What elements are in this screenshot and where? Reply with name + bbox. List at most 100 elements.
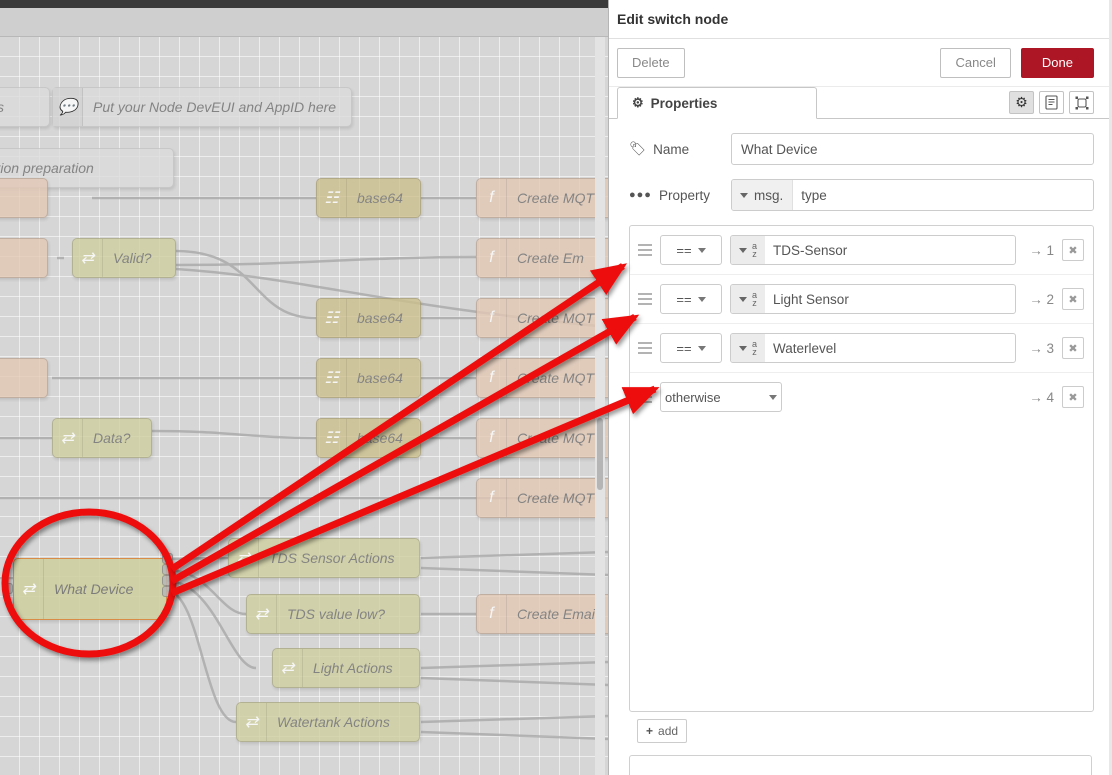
flow-node[interactable]: ☷ base64	[316, 358, 421, 398]
rule-value-input[interactable]	[765, 285, 1015, 313]
rule-delete-button[interactable]: ✖	[1062, 337, 1084, 359]
node-output-port[interactable]	[162, 553, 173, 564]
chevron-down-icon	[739, 296, 747, 302]
drag-handle-icon[interactable]	[638, 342, 652, 354]
plus-icon: +	[646, 724, 654, 738]
rule-value-type-select[interactable]: az	[731, 334, 766, 362]
flow-node[interactable]: ⇄ TDS Sensor Actions	[228, 538, 420, 578]
rule-operator-label: otherwise	[665, 389, 721, 405]
flow-node[interactable]: ⇄ Light Actions	[272, 648, 420, 688]
flow-node[interactable]: ⇄ Watertank Actions	[236, 702, 420, 742]
drag-handle-icon[interactable]	[638, 244, 652, 256]
chevron-down-icon	[697, 296, 706, 302]
rule-value-type-select[interactable]: az	[731, 236, 766, 264]
add-rule-button[interactable]: + add	[637, 719, 688, 743]
rule-value-input[interactable]	[765, 334, 1015, 362]
flow-node[interactable]: ☷ base64	[316, 298, 421, 338]
rule-value-type-select[interactable]: az	[731, 285, 766, 313]
table-row[interactable]: otherwise → 4 ✖	[630, 373, 1093, 421]
property-value-input[interactable]	[793, 180, 1093, 210]
panel-toolbar: Delete Cancel Done	[609, 39, 1112, 87]
b64-icon: ☷	[317, 359, 347, 397]
property-typed-input[interactable]: msg.	[731, 179, 1094, 211]
rule-value-typed-input[interactable]: az	[730, 284, 1016, 314]
drag-handle-icon[interactable]	[638, 391, 652, 403]
flow-node[interactable]: f Create Em	[476, 238, 608, 278]
flow-node[interactable]: f Create MQTT	[476, 358, 608, 398]
property-form-row: ●●● Property msg.	[629, 179, 1094, 211]
flow-node[interactable]: ☷ base64	[316, 178, 421, 218]
tab-properties[interactable]: ⚙ Properties	[617, 87, 817, 119]
chevron-down-icon	[740, 192, 748, 198]
flow-node[interactable]: f Create MQTT	[476, 418, 608, 458]
name-input[interactable]	[731, 133, 1094, 165]
rule-delete-button[interactable]: ✖	[1062, 386, 1084, 408]
delete-button[interactable]: Delete	[617, 47, 685, 78]
rule-output-label: → 2	[1029, 291, 1054, 307]
flow-node[interactable]: f Create MQTT	[476, 298, 608, 338]
rule-value-typed-input[interactable]: az	[730, 235, 1016, 265]
flow-editor-area: s 💬 Put your Node DevEUI and AppID here …	[0, 0, 608, 775]
done-button[interactable]: Done	[1020, 47, 1094, 78]
node-label: Create Email	[517, 606, 598, 622]
flow-node[interactable]: load	[0, 178, 48, 218]
canvas-scrollbar-track[interactable]	[595, 37, 605, 775]
panel-title: Edit switch node	[609, 0, 1112, 39]
flow-node[interactable]: load	[0, 238, 48, 278]
flow-node[interactable]: f Create MQTT	[476, 178, 608, 218]
rule-operator-select[interactable]: ==	[660, 333, 722, 363]
f-icon: f	[477, 299, 507, 337]
node-output-port[interactable]	[162, 575, 173, 586]
rule-delete-button[interactable]: ✖	[1062, 288, 1084, 310]
node-label: TDS Sensor Actions	[269, 550, 395, 566]
node-label: Create Em	[517, 250, 584, 266]
gear-icon-button[interactable]: ⚙	[1009, 91, 1034, 114]
flow-node[interactable]: f Create MQTT	[476, 478, 608, 518]
f-icon: f	[477, 239, 507, 277]
node-output-port[interactable]	[162, 564, 173, 575]
rule-operator-select[interactable]: ==	[660, 284, 722, 314]
flow-node[interactable]: ☷ base64	[316, 418, 421, 458]
b64-icon: ☷	[317, 419, 347, 457]
f-icon: f	[477, 479, 507, 517]
flow-node[interactable]: f Create Email	[476, 594, 608, 634]
editor-toolbar[interactable]	[0, 8, 608, 37]
description-icon-button[interactable]	[1039, 91, 1064, 114]
property-scope-select[interactable]: msg.	[732, 180, 794, 210]
rule-operator-select[interactable]: otherwise	[660, 382, 782, 412]
canvas-scrollbar-thumb[interactable]	[597, 418, 603, 490]
rule-output-label: → 3	[1029, 340, 1054, 356]
flow-node-what-device[interactable]: ⇄ What Device	[13, 558, 167, 620]
node-output-port[interactable]	[162, 586, 173, 597]
node-label: base64	[357, 430, 403, 446]
panel-body: 🏷 Name ●●● Property msg.	[609, 119, 1112, 743]
node-label: Create MQTT	[517, 490, 603, 506]
cancel-button[interactable]: Cancel	[940, 47, 1011, 78]
flow-node[interactable]: load	[0, 358, 48, 398]
flow-node[interactable]: ⇄ Data?	[52, 418, 152, 458]
node-label: Data?	[93, 430, 131, 446]
name-label: Name	[653, 141, 690, 157]
appearance-icon-button[interactable]	[1069, 91, 1094, 114]
flow-node[interactable]: s	[0, 87, 50, 127]
table-row[interactable]: == az → 2 ✖	[630, 275, 1093, 324]
chevron-down-icon	[739, 345, 747, 351]
flow-node[interactable]: ⇄ Valid?	[72, 238, 176, 278]
drag-handle-icon[interactable]	[638, 293, 652, 305]
rule-delete-button[interactable]: ✖	[1062, 239, 1084, 261]
rule-operator-select[interactable]: ==	[660, 235, 722, 265]
table-row[interactable]: == az → 3 ✖	[630, 324, 1093, 373]
node-label: base64	[357, 190, 403, 206]
table-row[interactable]: == az → 1 ✖	[630, 226, 1093, 275]
rule-value-input[interactable]	[765, 236, 1015, 264]
node-input-port[interactable]	[2, 583, 13, 594]
gear-icon: ⚙	[1015, 94, 1028, 110]
flow-canvas[interactable]: s 💬 Put your Node DevEUI and AppID here …	[0, 37, 608, 775]
node-label: Create MQTT	[517, 370, 603, 386]
flow-node[interactable]: ⇄ TDS value low?	[246, 594, 420, 634]
panel-bottom-option-box[interactable]	[629, 755, 1092, 775]
rule-value-typed-input[interactable]: az	[730, 333, 1016, 363]
comment-node[interactable]: 💬 Put your Node DevEUI and AppID here	[52, 87, 352, 127]
name-label-group: 🏷 Name	[629, 141, 731, 157]
chevron-down-icon	[769, 394, 777, 400]
